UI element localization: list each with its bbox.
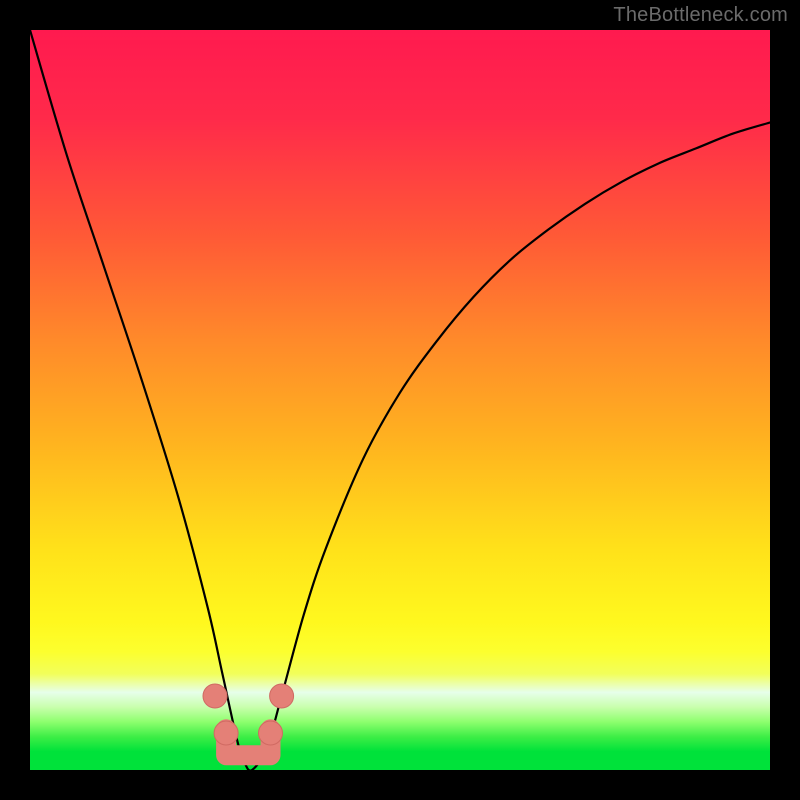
bottleneck-curve <box>30 30 770 770</box>
plot-area <box>30 30 770 770</box>
dot-right-lower <box>259 721 283 745</box>
dot-right-upper <box>270 684 294 708</box>
watermark-label: TheBottleneck.com <box>613 4 788 27</box>
dot-left-upper <box>203 684 227 708</box>
outer-frame: TheBottleneck.com <box>0 0 800 800</box>
chart-overlay <box>30 30 770 770</box>
dot-left-lower <box>214 721 238 745</box>
marker-dots <box>203 684 294 745</box>
